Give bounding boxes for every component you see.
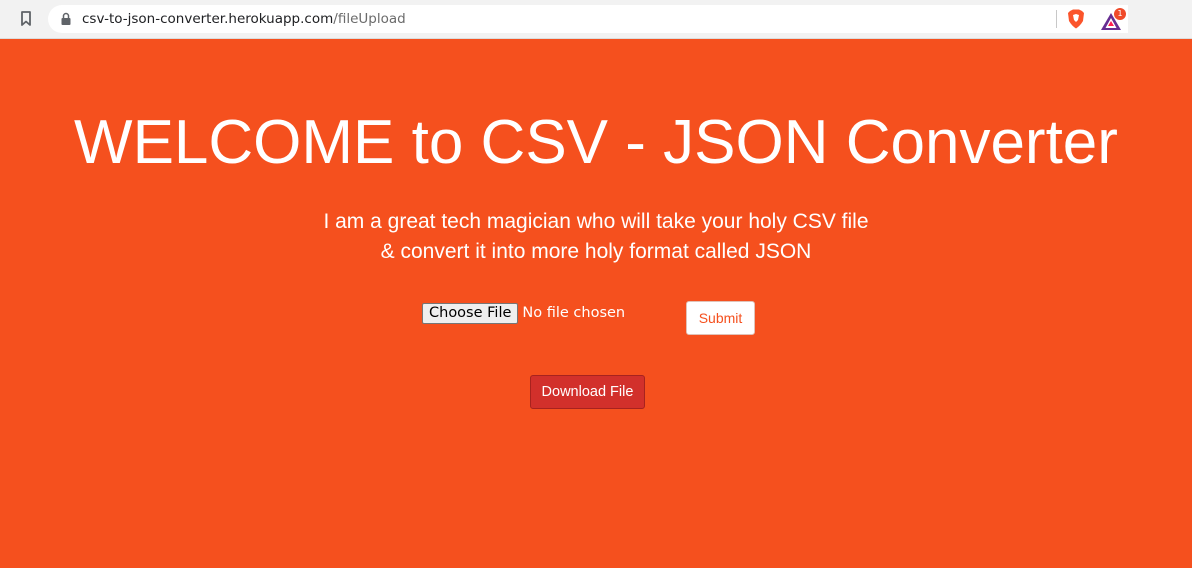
- address-bar[interactable]: csv-to-json-converter.herokuapp.com/file…: [48, 5, 1128, 33]
- page-subtitle: I am a great tech magician who will take…: [0, 207, 1192, 267]
- file-status-text: No file chosen: [522, 305, 626, 321]
- url-host: csv-to-json-converter.herokuapp.com: [82, 11, 334, 27]
- brave-shields-icon[interactable]: [1067, 9, 1085, 29]
- brave-rewards-icon[interactable]: 1: [1100, 8, 1126, 30]
- subtitle-line-2: & convert it into more holy format calle…: [380, 240, 812, 263]
- url-text[interactable]: csv-to-json-converter.herokuapp.com/file…: [82, 11, 406, 27]
- submit-button[interactable]: Submit: [686, 301, 755, 335]
- lock-icon[interactable]: [60, 12, 72, 26]
- subtitle-line-1: I am a great tech magician who will take…: [323, 210, 869, 233]
- divider: [1056, 10, 1057, 28]
- browser-toolbar: csv-to-json-converter.herokuapp.com/file…: [0, 0, 1192, 39]
- url-path: /fileUpload: [333, 11, 406, 27]
- rewards-badge: 1: [1114, 8, 1126, 20]
- file-input[interactable]: Choose File No file chosen: [422, 302, 625, 324]
- bookmark-icon[interactable]: [19, 10, 33, 28]
- choose-file-button[interactable]: Choose File: [422, 302, 519, 324]
- page-title: WELCOME to CSV - JSON Converter: [74, 108, 1118, 177]
- download-file-button[interactable]: Download File: [530, 375, 645, 409]
